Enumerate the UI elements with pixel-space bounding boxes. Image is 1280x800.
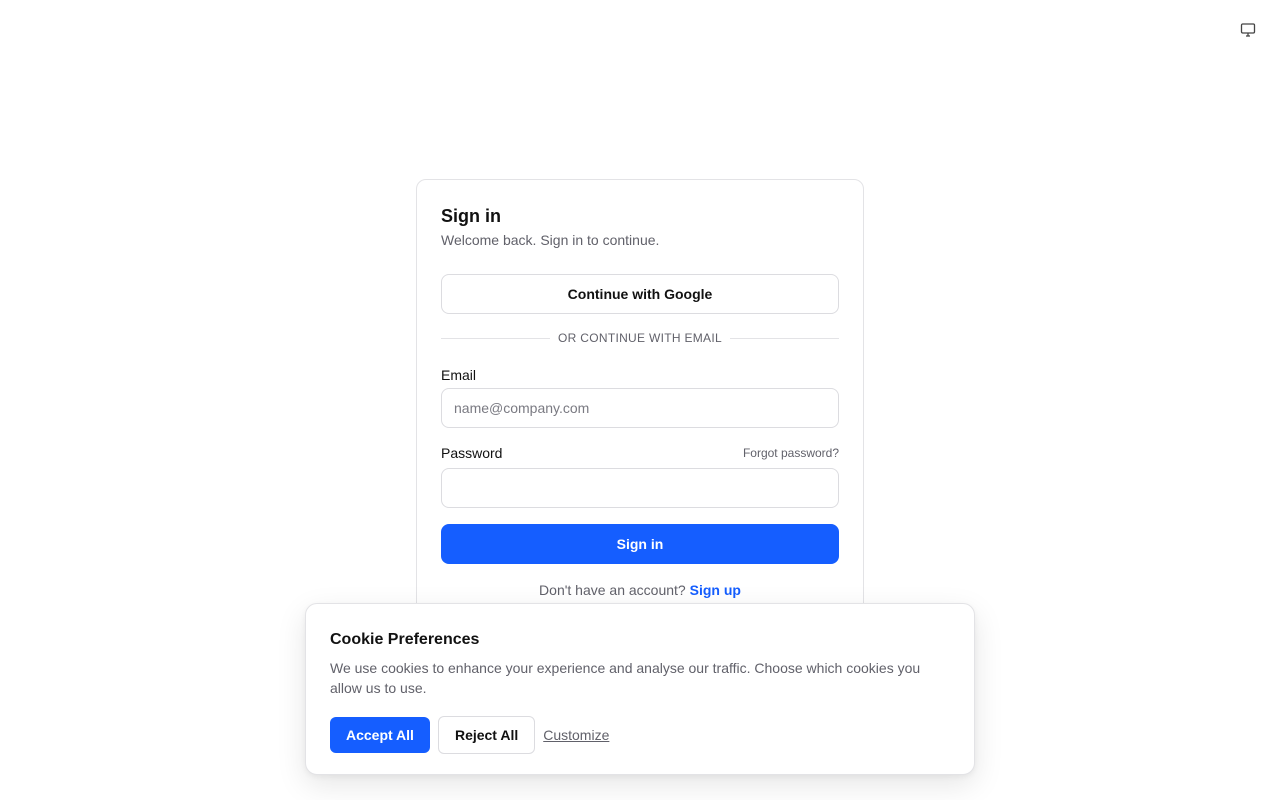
- signin-card: Sign in Welcome back. Sign in to continu…: [416, 179, 864, 619]
- signup-prompt: Don't have an account?: [539, 582, 690, 598]
- divider-line-right: [729, 337, 839, 339]
- or-divider: OR CONTINUE WITH EMAIL: [441, 330, 839, 346]
- cookie-actions: Accept All Reject All Customize: [330, 716, 950, 754]
- password-input[interactable]: [441, 468, 839, 508]
- page: Sign in Welcome back. Sign in to continu…: [0, 0, 1280, 800]
- signup-row: Don't have an account? Sign up: [441, 582, 839, 598]
- cookie-message: We use cookies to enhance your experienc…: [330, 660, 921, 696]
- password-label: Password: [441, 445, 503, 461]
- forgot-password-link[interactable]: Forgot password?: [743, 444, 839, 462]
- continue-with-google-button[interactable]: Continue with Google: [441, 274, 839, 314]
- sign-up-link[interactable]: Sign up: [690, 582, 741, 598]
- display-mode-button[interactable]: [1236, 20, 1260, 44]
- email-input[interactable]: [441, 388, 839, 428]
- signin-subtitle: Welcome back. Sign in to continue.: [441, 232, 660, 248]
- password-label-row: Password Forgot password?: [441, 444, 839, 462]
- divider-text: OR CONTINUE WITH EMAIL: [558, 331, 722, 345]
- cookie-title: Cookie Preferences: [330, 631, 480, 648]
- divider-line-left: [441, 337, 551, 339]
- sign-in-button[interactable]: Sign in: [441, 524, 839, 564]
- reject-all-button[interactable]: Reject All: [437, 716, 536, 754]
- customize-link[interactable]: Customize: [543, 727, 609, 743]
- email-label: Email: [441, 367, 477, 383]
- signin-title: Sign in: [441, 206, 501, 226]
- cookie-banner: Cookie Preferences We use cookies to enh…: [305, 603, 975, 775]
- accept-all-button[interactable]: Accept All: [330, 717, 430, 753]
- monitor-icon: [1240, 22, 1256, 43]
